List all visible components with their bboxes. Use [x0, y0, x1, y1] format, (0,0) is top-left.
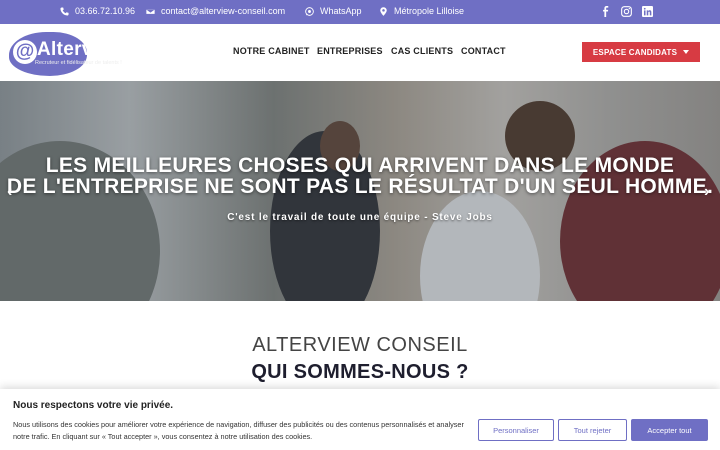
- logo-text: Alterview: [37, 39, 125, 60]
- nav-notre-cabinet[interactable]: NOTRE CABINET: [233, 46, 310, 56]
- cookie-title: Nous respectons votre vie privée.: [13, 400, 174, 411]
- nav-cas-clients[interactable]: CAS CLIENTS: [391, 46, 453, 56]
- hero-title-line2: DE L'ENTREPRISE NE SONT PAS LE RÉSULTAT …: [6, 175, 714, 198]
- accept-all-button[interactable]: Accepter tout: [631, 419, 708, 441]
- nav-contact[interactable]: CONTACT: [461, 46, 506, 56]
- site-header: @ Alterview Recruteur et fidélisateur de…: [0, 24, 720, 81]
- whatsapp-link[interactable]: WhatsApp: [305, 6, 362, 16]
- top-contact-bar: 03.66.72.10.96 contact@alterview-conseil…: [0, 0, 720, 24]
- phone-number: 03.66.72.10.96: [75, 6, 136, 16]
- section-heading: QUI SOMMES-NOUS ?: [251, 361, 469, 383]
- facebook-icon[interactable]: [600, 6, 611, 17]
- hero-title-line1: LES MEILLEURES CHOSES QUI ARRIVENT DANS …: [45, 154, 675, 177]
- phone-link[interactable]: 03.66.72.10.96: [60, 6, 135, 16]
- cookie-banner: Nous respectons votre vie privée. Nous u…: [0, 389, 720, 450]
- map-pin-icon: [380, 6, 387, 16]
- hero-title: LES MEILLEURES CHOSES QUI ARRIVENT DANS …: [0, 155, 720, 197]
- slider-prev-arrow[interactable]: ‹: [7, 183, 12, 201]
- nav-entreprises[interactable]: ENTREPRISES: [317, 46, 383, 56]
- email-link[interactable]: contact@alterview-conseil.com: [146, 6, 285, 16]
- location-label: Métropole Lilloise: [394, 6, 465, 16]
- linkedin-icon[interactable]: [642, 6, 653, 17]
- whatsapp-label: WhatsApp: [320, 6, 362, 16]
- customize-button[interactable]: Personnaliser: [478, 419, 554, 441]
- location-info: Métropole Lilloise: [379, 6, 464, 16]
- cta-label: ESPACE CANDIDATS: [592, 47, 678, 57]
- logo-at-symbol: @: [13, 40, 37, 64]
- whatsapp-icon: [305, 6, 314, 16]
- envelope-icon: [146, 7, 155, 15]
- instagram-icon[interactable]: [621, 6, 632, 17]
- social-links: [600, 6, 653, 17]
- espace-candidats-button[interactable]: ESPACE CANDIDATS: [582, 42, 700, 62]
- hero-slider: LES MEILLEURES CHOSES QUI ARRIVENT DANS …: [0, 81, 720, 301]
- logo-tagline: Recruteur et fidélisateur de talents !: [35, 60, 122, 66]
- cookie-text: Nous utilisons des cookies pour améliore…: [13, 420, 464, 441]
- alterview-logo[interactable]: @ Alterview Recruteur et fidélisateur de…: [9, 28, 129, 78]
- section-title: ALTERVIEW CONSEIL: [252, 334, 468, 356]
- phone-icon: [60, 6, 69, 16]
- chevron-down-icon: [683, 50, 690, 54]
- hero-quote: C'est le travail de toute une équipe - S…: [227, 212, 493, 223]
- reject-all-button[interactable]: Tout rejeter: [558, 419, 627, 441]
- slider-next-arrow[interactable]: ›: [704, 183, 709, 201]
- email-address: contact@alterview-conseil.com: [161, 6, 286, 16]
